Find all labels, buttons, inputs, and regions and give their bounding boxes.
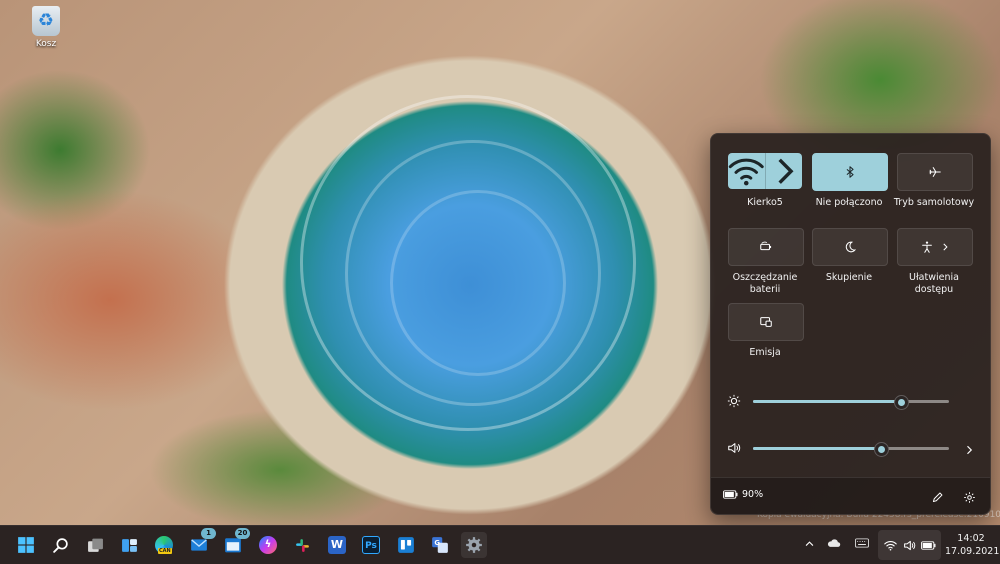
brightness-slider-thumb[interactable] [893, 395, 909, 410]
show-hidden-icons-button[interactable] [804, 538, 815, 552]
translator-icon: G [432, 537, 448, 553]
edge-canary-badge: CAN [158, 548, 172, 554]
keyboard-icon [855, 538, 869, 548]
battery-saver-tile[interactable] [728, 228, 804, 266]
bluetooth-tile[interactable] [812, 153, 888, 191]
focus-assist-tile-label: Skupienie [825, 272, 873, 283]
photoshop-button[interactable]: Ps [358, 532, 384, 558]
mail-badge: 1 [201, 528, 216, 539]
taskbar-clock[interactable]: 14:02 17.09.2021 [945, 532, 1000, 558]
wifi-tile-label: Kierko5 [747, 197, 783, 208]
edit-quick-settings-button[interactable] [931, 489, 944, 508]
moon-icon [845, 241, 857, 253]
volume-slider-thumb[interactable] [873, 442, 889, 457]
trello-button[interactable] [393, 532, 419, 558]
volume-icon [904, 540, 916, 551]
pencil-icon [932, 492, 943, 503]
battery-icon [723, 490, 738, 499]
calendar-button[interactable]: 20 [220, 528, 250, 558]
mail-button[interactable]: 1 [186, 528, 216, 558]
audio-output-chevron[interactable] [963, 441, 975, 460]
slack-icon [295, 538, 309, 552]
taskbar: CAN 1 20 ϟ W Ps G 14:02 17.09.2021 [0, 525, 1000, 564]
volume-slider[interactable] [753, 442, 949, 457]
volume-slider-fill [753, 447, 881, 450]
cast-tile[interactable] [728, 303, 804, 341]
wave-foam-decoration [390, 190, 566, 376]
chevron-right-icon[interactable] [940, 242, 950, 252]
chevron-right-icon [967, 445, 973, 455]
airplane-mode-tile[interactable] [897, 153, 973, 191]
quick-settings-footer: 90% [711, 477, 990, 514]
task-view-button[interactable] [82, 532, 108, 558]
svg-text:G: G [434, 539, 440, 547]
cast-icon [760, 317, 772, 327]
start-button[interactable] [13, 532, 39, 558]
battery-status[interactable]: 90% [723, 489, 763, 500]
brightness-slider-fill [753, 400, 900, 403]
wifi-toggle[interactable] [728, 153, 766, 189]
airplane-mode-tile-label: Tryb samolotowy [893, 197, 975, 208]
input-indicator-button[interactable] [855, 538, 869, 551]
search-icon [52, 537, 68, 553]
open-settings-button[interactable] [963, 489, 976, 508]
photoshop-icon: Ps [362, 536, 380, 554]
task-view-icon [87, 538, 103, 552]
wifi-icon [728, 158, 764, 186]
windows-start-icon [18, 537, 34, 553]
airplane-icon [929, 167, 941, 177]
battery-saver-icon [760, 241, 772, 251]
recycle-bin-icon: ♻ [32, 6, 60, 36]
chevron-up-icon [805, 541, 814, 546]
gear-icon [964, 492, 975, 503]
search-button[interactable] [47, 532, 73, 558]
accessibility-tile[interactable] [897, 228, 973, 266]
recycle-bin-label: Kosz [35, 39, 57, 49]
accessibility-tile-label: Ułatwienia dostępu [909, 272, 959, 295]
slack-button[interactable] [289, 532, 315, 558]
translator-button[interactable]: G [427, 532, 453, 558]
onedrive-button[interactable] [827, 538, 841, 551]
clock-date: 17.09.2021 [945, 546, 1000, 557]
calendar-badge: 20 [235, 528, 250, 539]
battery-icon [921, 541, 936, 550]
chevron-right-icon [777, 158, 794, 184]
brightness-icon [727, 393, 741, 412]
settings-app-button[interactable] [461, 532, 487, 558]
focus-assist-tile[interactable] [812, 228, 888, 266]
brightness-slider[interactable] [753, 395, 949, 410]
clock-time: 14:02 [957, 533, 985, 544]
battery-saver-tile-label: Oszczędzanie baterii [732, 272, 798, 295]
battery-percent: 90% [742, 489, 764, 500]
word-icon: W [328, 536, 346, 554]
widgets-icon [121, 538, 137, 552]
accessibility-icon [922, 241, 932, 253]
cloud-icon [827, 539, 841, 547]
messenger-icon: ϟ [259, 536, 277, 554]
bluetooth-tile-label: Nie połączono [815, 197, 883, 208]
word-button[interactable]: W [324, 532, 350, 558]
bluetooth-icon [846, 166, 854, 178]
quick-settings-panel: Kierko5 Nie połączono Tryb samolotowy Os… [710, 133, 991, 515]
quick-settings-tray-button[interactable] [878, 530, 941, 560]
recycle-bin-shortcut[interactable]: ♻ Kosz [24, 6, 68, 49]
settings-gear-icon [466, 537, 482, 553]
wifi-tile[interactable] [728, 153, 802, 189]
cast-tile-label: Emisja [749, 347, 781, 358]
volume-icon[interactable] [727, 440, 741, 459]
messenger-button[interactable]: ϟ [255, 532, 281, 558]
wifi-expand-arrow[interactable] [766, 153, 803, 189]
widgets-button[interactable] [116, 532, 142, 558]
wifi-icon [884, 540, 897, 551]
edge-canary-icon: CAN [155, 536, 173, 554]
trello-icon [398, 537, 414, 553]
edge-canary-button[interactable]: CAN [151, 532, 177, 558]
